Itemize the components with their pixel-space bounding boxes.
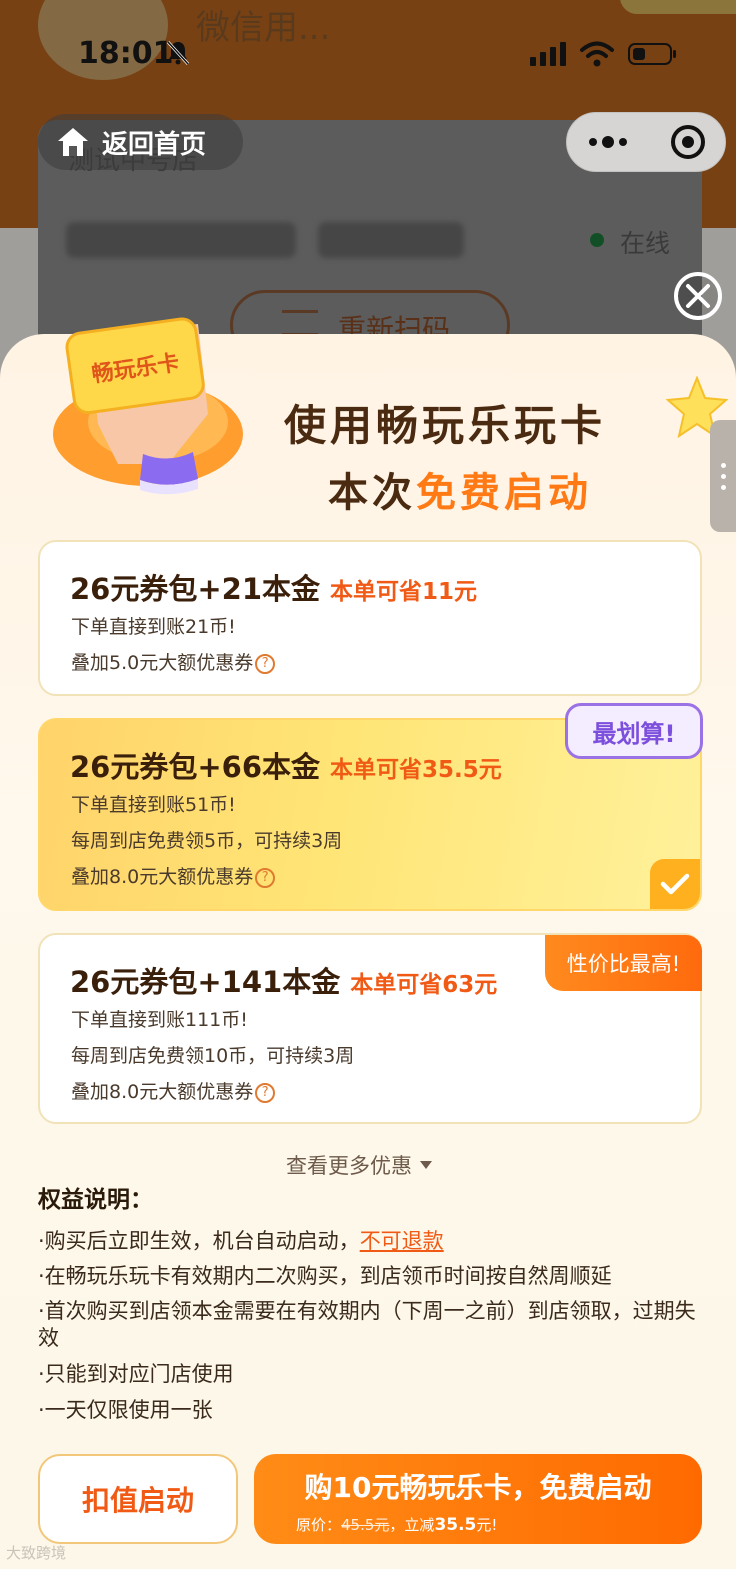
rights-rule: ·只能到对应门店使用 [38, 1362, 234, 1386]
selected-check-icon [650, 859, 700, 909]
rights-rule: ·首次购买到店领本金需要在有效期内（下周一之前）到店领取，过期失效 [38, 1299, 696, 1350]
bell-muted-icon [166, 40, 190, 66]
option-detail: 叠加5.0元大额优惠券? [71, 648, 276, 675]
discount-prefix: ，立减 [389, 1516, 435, 1534]
option-detail: 每周到店免费领5币，可持续3周 [71, 830, 343, 852]
rights-rule: ·一天仅限使用一张 [38, 1398, 213, 1422]
buy-card-label: 购10元畅玩乐卡，免费启动 [304, 1471, 652, 1504]
close-icon [686, 284, 710, 308]
buy-price-info: 原价：45.5元，立减35.5元! [296, 1514, 497, 1535]
signal-icon [530, 42, 566, 66]
option-title: 26元券包+66本金 本单可省35.5元 [70, 744, 502, 786]
sheet-title: 使用畅玩乐玩卡 [284, 401, 607, 450]
best-deal-badge: 最划算! [565, 703, 703, 759]
orig-price: 45.5元 [341, 1516, 390, 1534]
option-title: 26元券包+141本金 本单可省63元 [70, 959, 497, 1001]
option-coupon-text: 叠加5.0元大额优惠券 [71, 652, 254, 674]
back-home-button[interactable]: 返回首页 [38, 114, 243, 170]
close-mini-program-icon[interactable] [671, 125, 705, 159]
mini-program-capsule [566, 112, 726, 172]
see-more-label: 查看更多优惠 [286, 1154, 412, 1178]
option-coupon-text: 叠加8.0元大额优惠券 [71, 866, 254, 888]
orig-price-prefix: 原价： [296, 1516, 342, 1534]
no-refund-link[interactable]: 不可退款 [360, 1229, 444, 1253]
rights-rule: ·购买后立即生效，机台自动启动，不可退款 [38, 1228, 704, 1255]
modal-close-button[interactable] [674, 272, 722, 320]
home-icon [58, 128, 88, 156]
see-more-offers-button[interactable]: 查看更多优惠 [286, 1150, 432, 1180]
deduct-start-button[interactable]: 扣值启动 [38, 1454, 238, 1544]
option-savings: 本单可省63元 [350, 972, 498, 998]
option-detail: 下单直接到账21币! [71, 616, 236, 638]
side-drawer-handle[interactable] [710, 420, 736, 532]
watermark: 大致跨境 [6, 1544, 67, 1562]
back-home-label: 返回首页 [102, 129, 207, 160]
option-title-text: 26元券包+21本金 [70, 572, 321, 606]
help-icon[interactable]: ? [255, 1082, 276, 1103]
rule-text: ·购买后立即生效，机台自动启动， [38, 1229, 360, 1253]
option-title: 26元券包+21本金 本单可省11元 [70, 566, 477, 608]
more-options-icon[interactable] [589, 136, 627, 148]
option-savings: 本单可省35.5元 [330, 757, 502, 783]
chevron-down-icon [420, 1161, 432, 1169]
best-value-badge: 性价比最高! [545, 935, 702, 991]
option-detail: 下单直接到账51币! [71, 794, 236, 816]
rights-rule: ·在畅玩乐玩卡有效期内二次购买，到店领币时间按自然周顺延 [38, 1264, 612, 1288]
option-title-text: 26元券包+141本金 [70, 965, 341, 999]
hand-card-illustration: 畅玩乐卡 [53, 317, 243, 495]
rights-title: 权益说明： [38, 1187, 153, 1213]
option-coupon-text: 叠加8.0元大额优惠券 [71, 1081, 254, 1103]
option-detail: 叠加8.0元大额优惠券? [71, 1077, 276, 1104]
subtitle-highlight: 免费启动 [416, 470, 592, 516]
option-title-text: 26元券包+66本金 [70, 750, 321, 784]
option-savings: 本单可省11元 [330, 579, 478, 605]
discount-suffix: 元! [476, 1516, 498, 1534]
buy-card-button[interactable]: 购10元畅玩乐卡，免费启动 原价：45.5元，立减35.5元! [254, 1454, 702, 1544]
option-detail: 每周到店免费领10币，可持续3周 [71, 1045, 355, 1067]
subtitle-prefix: 本次 [328, 470, 416, 516]
discount-amount: 35.5 [434, 1515, 477, 1535]
help-icon[interactable]: ? [255, 867, 276, 888]
sheet-subtitle: 本次免费启动 [328, 460, 592, 518]
battery-icon [628, 43, 676, 65]
option-detail: 下单直接到账111币! [71, 1009, 248, 1031]
option-detail: 叠加8.0元大额优惠券? [71, 862, 276, 889]
help-icon[interactable]: ? [255, 653, 276, 674]
status-time: 18:01 [78, 36, 174, 71]
package-option-1[interactable]: 26元券包+21本金 本单可省11元 下单直接到账21币! 叠加5.0元大额优惠券… [38, 540, 702, 696]
wifi-icon [580, 41, 614, 67]
